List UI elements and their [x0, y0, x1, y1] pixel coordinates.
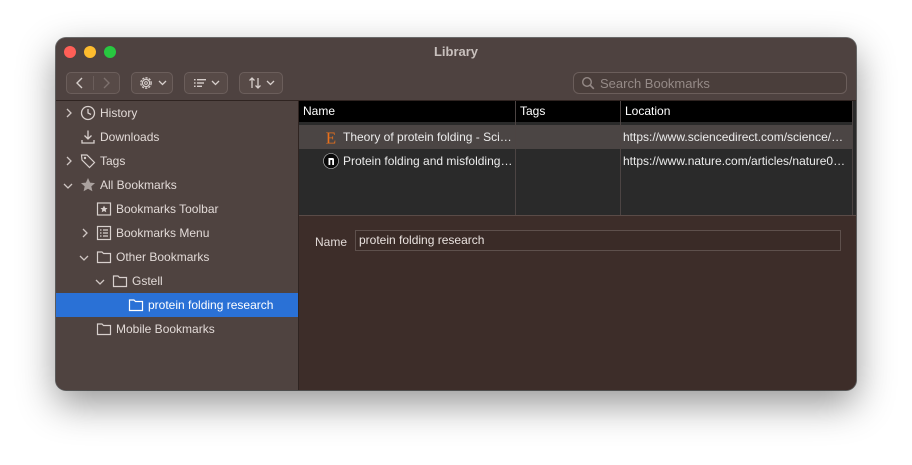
sidebar-item-all-bookmarks[interactable]: All Bookmarks [56, 173, 298, 197]
folder-icon [128, 299, 144, 312]
library-window: Library Search Bookmarks History Downloa… [56, 38, 856, 390]
name-field[interactable]: protein folding research [355, 230, 841, 251]
chevron-down-icon [211, 80, 219, 86]
table-row[interactable]: E Theory of protein folding - ScienceDir… [299, 125, 852, 149]
content-pane: Name Tags Location E Theory of protein f… [299, 101, 856, 390]
chevron-down-icon[interactable] [95, 277, 105, 287]
sidebar-item-label: Bookmarks Toolbar [116, 202, 219, 216]
chevron-left-icon [75, 77, 83, 89]
column-divider [852, 101, 853, 215]
chevron-down-icon[interactable] [63, 181, 73, 191]
toolbar-star-icon [96, 202, 112, 216]
bookmark-location: https://www.sciencedirect.com/science/ar… [623, 130, 849, 144]
sort-arrows-icon [248, 77, 261, 89]
table-row[interactable]: Protein folding and misfolding | Nature … [299, 149, 852, 173]
gear-icon [139, 77, 152, 89]
chevron-right-icon [103, 77, 111, 89]
search-icon [581, 76, 595, 90]
clock-icon [80, 105, 96, 121]
chevron-down-icon [266, 80, 274, 86]
sidebar-item-label: Other Bookmarks [116, 250, 210, 264]
sidebar-item-downloads[interactable]: Downloads [56, 125, 298, 149]
chevron-right-icon[interactable] [64, 108, 74, 118]
chevron-down-icon [158, 80, 166, 86]
elsevier-favicon-icon: E [326, 129, 336, 145]
import-backup-menu-button[interactable] [239, 72, 283, 94]
tag-icon [80, 154, 96, 169]
search-placeholder: Search Bookmarks [600, 75, 710, 91]
star-icon [81, 178, 95, 192]
column-header-name[interactable]: Name [299, 101, 515, 122]
sidebar-item-protein-folding-research[interactable]: protein folding research [56, 293, 298, 317]
bookmark-location: https://www.nature.com/articles/nature02… [623, 154, 849, 168]
menu-list-icon [96, 225, 112, 241]
sidebar-item-label: History [100, 106, 138, 120]
sidebar-item-label: Tags [100, 154, 126, 168]
chevron-right-icon[interactable] [64, 156, 74, 166]
organize-menu-button[interactable] [131, 72, 173, 94]
title-bar: Library Search Bookmarks [56, 38, 856, 101]
sidebar-item-label: All Bookmarks [100, 178, 177, 192]
sidebar: History Downloads Tags All Bookmarks Boo… [56, 101, 299, 390]
sidebar-item-tags[interactable]: Tags [56, 149, 298, 173]
bookmark-name: Protein folding and misfolding | Nature [343, 154, 513, 168]
sidebar-item-label: Downloads [100, 130, 160, 144]
navigation-buttons [66, 72, 120, 94]
folder-icon [96, 251, 112, 264]
sidebar-item-label: protein folding research [148, 298, 274, 312]
svg-text:E: E [326, 129, 336, 145]
back-button[interactable] [67, 73, 93, 93]
bookmarks-table: Name Tags Location E Theory of protein f… [299, 101, 856, 216]
column-divider[interactable] [515, 101, 516, 215]
column-header-location[interactable]: Location [621, 101, 852, 122]
list-view-icon [193, 79, 206, 87]
column-header-tags[interactable]: Tags [516, 101, 620, 122]
forward-button[interactable] [94, 73, 120, 93]
chevron-down-icon[interactable] [79, 253, 89, 263]
download-icon [81, 130, 95, 144]
sidebar-item-history[interactable]: History [56, 101, 298, 125]
search-bookmarks-field[interactable]: Search Bookmarks [573, 72, 847, 94]
views-menu-button[interactable] [184, 72, 228, 94]
folder-icon [96, 323, 112, 336]
sidebar-item-bookmarks-menu[interactable]: Bookmarks Menu [56, 221, 298, 245]
sidebar-item-other-bookmarks[interactable]: Other Bookmarks [56, 245, 298, 269]
sidebar-item-label: Mobile Bookmarks [116, 322, 215, 336]
window-title: Library [433, 44, 479, 59]
sidebar-item-label: Gstell [132, 274, 163, 288]
sidebar-item-gstell[interactable]: Gstell [56, 269, 298, 293]
sidebar-item-bookmarks-toolbar[interactable]: Bookmarks Toolbar [56, 197, 298, 221]
sidebar-item-mobile-bookmarks[interactable]: Mobile Bookmarks [56, 317, 298, 341]
bookmark-name: Theory of protein folding - ScienceDirec… [343, 130, 513, 144]
folder-icon [112, 275, 128, 288]
nature-favicon-icon [323, 153, 339, 169]
sidebar-item-label: Bookmarks Menu [116, 226, 210, 240]
name-field-label: Name [315, 235, 348, 249]
column-divider[interactable] [620, 101, 621, 215]
chevron-right-icon[interactable] [80, 228, 90, 238]
